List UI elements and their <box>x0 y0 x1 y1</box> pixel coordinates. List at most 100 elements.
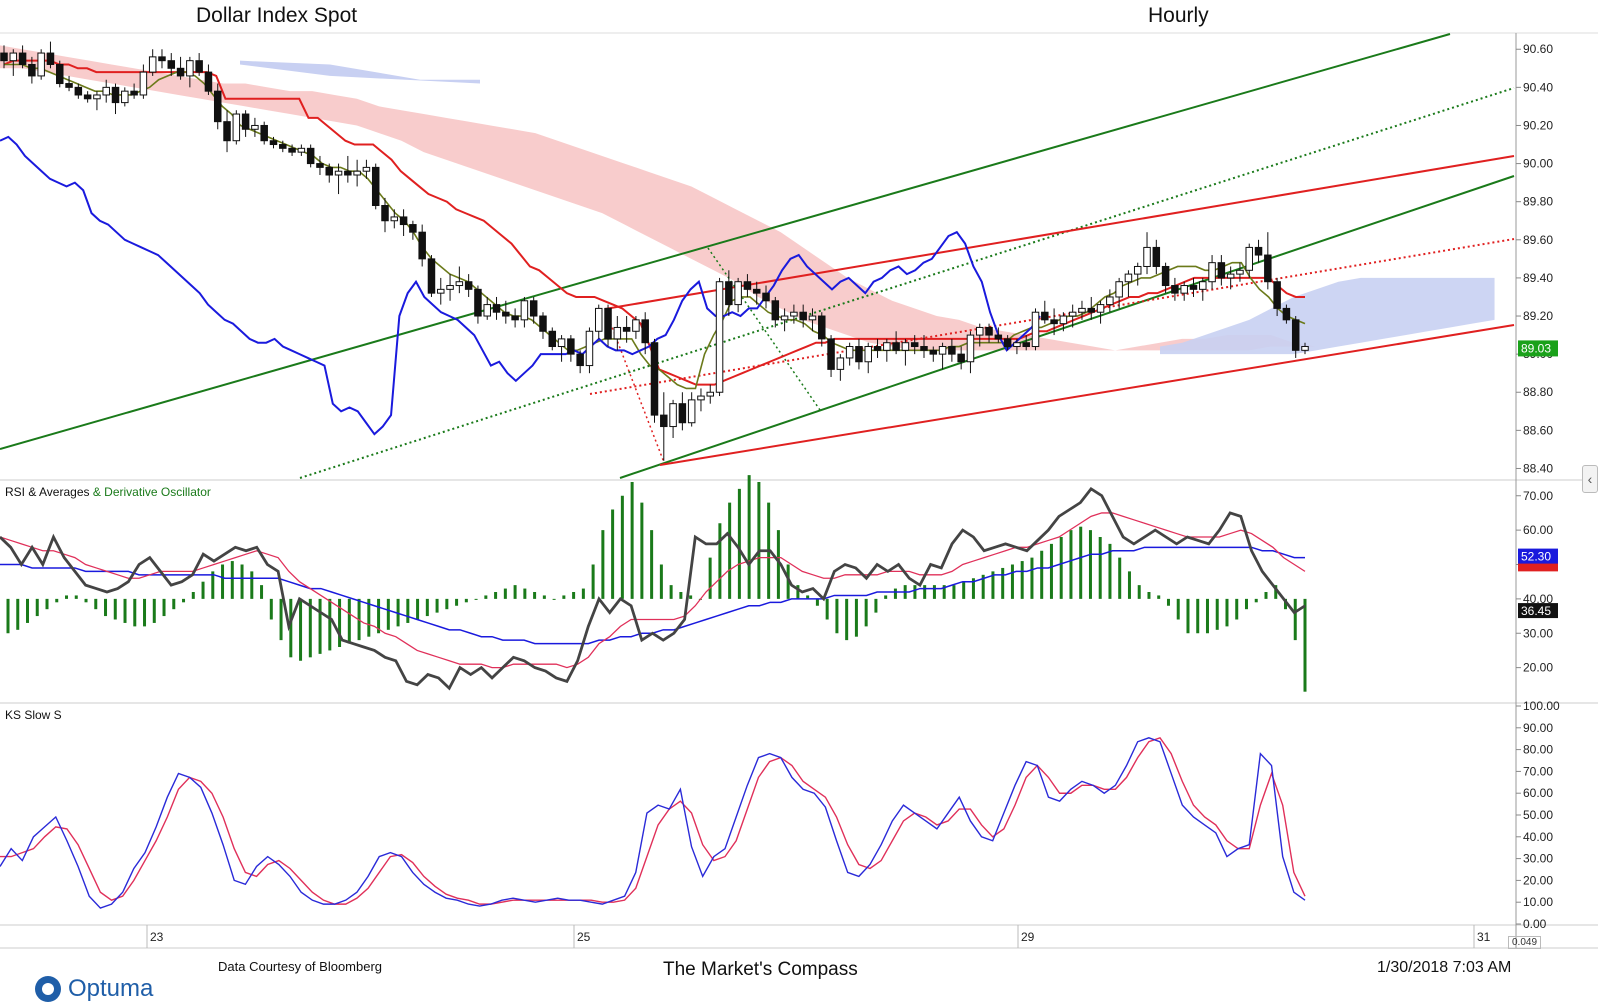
derivative-bar <box>932 585 936 599</box>
derivative-bar <box>386 598 390 630</box>
candle-up <box>697 395 705 401</box>
candle-up <box>455 281 464 287</box>
candle-down <box>743 281 752 290</box>
derivative-bar <box>172 598 176 610</box>
candle-up <box>37 52 45 77</box>
candle-up <box>1133 265 1142 275</box>
derivative-bar <box>1088 530 1092 599</box>
ks-ytick-label: 90.00 <box>1523 721 1553 735</box>
derivative-bar <box>230 561 234 599</box>
price-ytick-label: 88.60 <box>1523 423 1553 437</box>
candle-up <box>9 52 18 62</box>
candle-down <box>344 170 352 176</box>
derivative-bar <box>260 585 264 599</box>
candle-down <box>1282 307 1291 321</box>
candle-down <box>910 342 919 348</box>
derivative-bar <box>757 482 761 599</box>
derivative-bar <box>562 595 566 599</box>
xy-readout[interactable]: 0.049 <box>1508 936 1542 949</box>
derivative-bar <box>113 598 117 620</box>
candle-up <box>715 281 724 393</box>
candle-up <box>232 113 241 142</box>
candle-up <box>362 166 371 172</box>
derivative-bar <box>1020 561 1024 599</box>
candle-up <box>975 326 984 336</box>
derivative-bar <box>1137 585 1141 599</box>
candle-down <box>28 63 36 77</box>
candle-down <box>1264 254 1272 283</box>
candle-up <box>148 56 157 73</box>
derivative-bar <box>26 598 30 623</box>
price-ytick-label: 88.40 <box>1523 461 1553 475</box>
candle-up <box>483 304 491 317</box>
candle-down <box>409 224 417 233</box>
price-ytick-label: 90.40 <box>1523 80 1553 94</box>
derivative-bar <box>708 557 712 599</box>
scroll-left-icon[interactable]: ‹ <box>1582 465 1598 493</box>
derivative-bar <box>299 598 303 661</box>
derivative-bar <box>1147 592 1151 599</box>
candle-up <box>1180 285 1188 294</box>
candle-down <box>474 288 482 317</box>
price-ytick-label: 89.80 <box>1523 195 1553 209</box>
candle-down <box>529 300 538 317</box>
candle-down <box>46 52 55 65</box>
ks-ytick-label: 50.00 <box>1523 808 1553 822</box>
rsi-blue-value-label: 52.30 <box>1521 550 1551 564</box>
candle-down <box>195 60 203 73</box>
derivative-bar <box>923 585 927 599</box>
price-ytick-label: 88.80 <box>1523 385 1553 399</box>
candle-down <box>269 140 278 146</box>
derivative-bar <box>533 592 537 599</box>
x-tick-label: 25 <box>577 930 591 944</box>
candle-down <box>873 346 882 351</box>
candle-up <box>901 342 910 351</box>
derivative-bar <box>1040 550 1044 599</box>
candle-up <box>734 281 742 306</box>
derivative-bar <box>728 502 732 599</box>
derivative-bar <box>1186 598 1190 634</box>
candle-up <box>780 315 789 321</box>
optuma-logo-text: Optuma <box>68 975 154 1002</box>
derivative-bar <box>1244 598 1248 610</box>
derivative-bar <box>542 595 546 599</box>
ks-panel-title: KS Slow S <box>5 708 62 722</box>
derivative-bar <box>201 581 205 599</box>
candle-down <box>539 315 547 332</box>
derivative-bar <box>221 564 225 599</box>
ks-ytick-label: 60.00 <box>1523 786 1553 800</box>
candle-up <box>1226 273 1235 279</box>
derivative-bar <box>1205 598 1209 634</box>
candle-down <box>1050 319 1058 325</box>
derivative-bar <box>513 585 517 599</box>
candle-down <box>660 414 668 428</box>
candle-up <box>1143 246 1151 267</box>
candle-up <box>864 346 872 363</box>
candle-up <box>938 346 947 355</box>
candle-up <box>1106 296 1114 306</box>
derivative-bar <box>1293 598 1297 641</box>
candle-down <box>725 281 733 306</box>
derivative-bar <box>1166 598 1170 606</box>
candle-down <box>948 346 956 355</box>
ks-ytick-label: 100.00 <box>1523 699 1560 713</box>
ichimoku-cloud-blue-early <box>240 60 480 84</box>
candle-up <box>594 307 603 332</box>
candle-up <box>557 338 566 348</box>
derivative-bar <box>494 592 498 599</box>
derivative-bar <box>640 502 644 599</box>
derivative-bar <box>289 598 293 658</box>
candle-down <box>56 63 64 85</box>
derivative-bar <box>318 598 322 654</box>
derivative-bar <box>104 598 108 617</box>
candle-down <box>111 86 120 104</box>
rsi-title-deriv: & Derivative Oscillator <box>92 485 211 499</box>
candle-down <box>325 166 334 176</box>
derivative-bar <box>1157 595 1161 599</box>
derivative-bar <box>1118 557 1122 599</box>
candle-up <box>1124 273 1133 283</box>
derivative-bar <box>962 581 966 599</box>
price-ytick-label: 90.20 <box>1523 118 1553 132</box>
derivative-bar <box>1098 537 1102 599</box>
candle-up <box>1013 342 1021 348</box>
